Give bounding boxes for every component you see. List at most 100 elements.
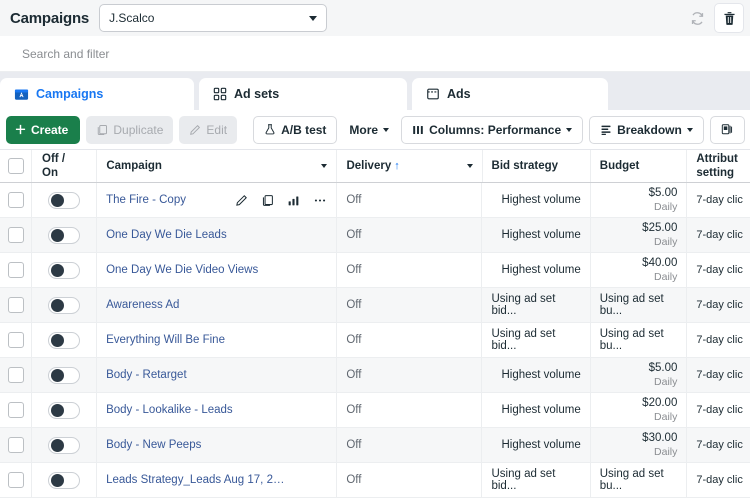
campaign-name-cell[interactable]: The Fire - Copy (97, 183, 336, 217)
row-select-cell[interactable] (0, 218, 31, 252)
row-checkbox[interactable] (7, 402, 24, 418)
off-on-toggle[interactable] (48, 366, 81, 384)
row-checkbox[interactable] (7, 227, 24, 243)
search-and-filter-bar[interactable]: Search and filter (0, 36, 750, 72)
table-row[interactable]: The Fire - Copy Off Highest volume $5.00 Dai… (0, 183, 750, 218)
campaign-name-cell[interactable]: Body - New Peeps (97, 428, 336, 462)
edit-button[interactable]: Edit (179, 115, 238, 144)
row-toggle-cell[interactable] (31, 323, 98, 357)
table-header-row: Off / On Campaign Delivery ↑ Bid strateg… (0, 150, 750, 183)
row-checkbox[interactable] (7, 262, 24, 278)
insights-chart-icon[interactable] (287, 194, 300, 207)
create-button[interactable]: Create (6, 115, 81, 144)
campaign-name-cell[interactable]: One Day We Die Leads (97, 218, 336, 252)
breakdown-button[interactable]: Breakdown (589, 115, 704, 144)
row-select-cell[interactable] (0, 288, 31, 322)
table-row[interactable]: Everything Will Be Fine Off Using ad set b… (0, 323, 750, 358)
table-row[interactable]: Awareness Ad Off Using ad set bid... Using … (0, 288, 750, 323)
table-row[interactable]: Body - New Peeps Off Highest volume $30.00 D… (0, 428, 750, 463)
row-checkbox[interactable] (7, 437, 24, 453)
row-toggle-cell[interactable] (31, 358, 98, 392)
tab-campaigns[interactable]: Campaigns (0, 78, 194, 110)
campaign-name-cell[interactable]: Leads Strategy_Leads Aug 17, 2021_New Cu… (97, 463, 336, 497)
campaign-name-link[interactable]: Awareness Ad (106, 299, 179, 311)
row-toggle-cell[interactable] (31, 428, 98, 462)
duplicate-button[interactable]: Duplicate (86, 115, 174, 144)
delivery-status: Off (346, 474, 362, 486)
off-on-toggle[interactable] (48, 191, 81, 209)
off-on-toggle[interactable] (48, 226, 81, 244)
delete-button[interactable] (714, 3, 744, 33)
row-select-cell[interactable] (0, 463, 31, 497)
select-all-header[interactable] (0, 150, 31, 182)
row-checkbox[interactable] (7, 332, 24, 348)
off-on-label-line2: On (42, 167, 59, 179)
reports-button[interactable] (709, 115, 745, 144)
toggle-knob (50, 298, 64, 312)
chevron-down-icon (383, 127, 390, 132)
column-header-bid-strategy[interactable]: Bid strategy (483, 150, 590, 182)
duplicate-icon[interactable] (261, 194, 274, 207)
row-select-cell[interactable] (0, 358, 31, 392)
attribution-value: 7-day clic (696, 264, 743, 276)
row-checkbox[interactable] (7, 192, 24, 208)
off-on-toggle[interactable] (48, 436, 81, 454)
chevron-down-icon[interactable] (321, 164, 328, 168)
edit-pencil-icon[interactable] (235, 194, 248, 207)
account-select[interactable]: J.Scalco (99, 4, 328, 32)
off-on-toggle[interactable] (48, 331, 81, 349)
budget-cell: $20.00 Daily (589, 393, 688, 427)
select-all-checkbox[interactable] (7, 158, 24, 174)
refresh-button[interactable] (682, 3, 712, 33)
row-select-cell[interactable] (0, 183, 31, 217)
row-checkbox[interactable] (7, 297, 24, 313)
off-on-toggle[interactable] (48, 471, 81, 489)
campaign-name-link[interactable]: Everything Will Be Fine (106, 334, 225, 346)
delivery-cell: Off (336, 253, 483, 287)
campaign-name-link[interactable]: Body - Retarget (106, 369, 187, 381)
off-on-toggle[interactable] (48, 261, 81, 279)
column-header-attribution-setting[interactable]: Attribut setting (687, 150, 750, 182)
campaign-name-cell[interactable]: Body - Retarget (97, 358, 336, 392)
row-select-cell[interactable] (0, 393, 31, 427)
off-on-toggle[interactable] (48, 296, 81, 314)
row-select-cell[interactable] (0, 428, 31, 462)
campaign-name-cell[interactable]: Body - Lookalike - Leads (97, 393, 336, 427)
campaign-name-link[interactable]: Body - Lookalike - Leads (106, 404, 233, 416)
table-row[interactable]: Body - Lookalike - Leads Off Highest volum… (0, 393, 750, 428)
row-toggle-cell[interactable] (31, 253, 98, 287)
row-toggle-cell[interactable] (31, 183, 98, 217)
column-header-budget[interactable]: Budget (589, 150, 688, 182)
column-header-campaign[interactable]: Campaign (97, 150, 336, 182)
row-select-cell[interactable] (0, 253, 31, 287)
more-dots-icon[interactable] (313, 194, 327, 207)
row-checkbox[interactable] (7, 367, 24, 383)
campaign-name-link[interactable]: The Fire - Copy (106, 194, 186, 206)
ab-test-button[interactable]: A/B test (253, 115, 338, 144)
campaign-name-link[interactable]: One Day We Die Leads (106, 229, 227, 241)
row-select-cell[interactable] (0, 323, 31, 357)
column-header-delivery[interactable]: Delivery ↑ (336, 150, 483, 182)
table-row[interactable]: Leads Strategy_Leads Aug 17, 2021_New Cu… (0, 463, 750, 498)
table-row[interactable]: One Day We Die Video Views Off Highest vol… (0, 253, 750, 288)
row-toggle-cell[interactable] (31, 463, 98, 497)
tab-ads[interactable]: Ads (412, 78, 608, 110)
table-row[interactable]: Body - Retarget Off Highest volume $5.00 Dai… (0, 358, 750, 393)
budget-cell: $5.00 Daily (589, 183, 688, 217)
campaign-name-cell[interactable]: Everything Will Be Fine (97, 323, 336, 357)
chevron-down-icon[interactable] (466, 164, 473, 168)
campaign-name-link[interactable]: Leads Strategy_Leads Aug 17, 2021_New Cu… (106, 474, 286, 486)
row-toggle-cell[interactable] (31, 288, 98, 322)
columns-button[interactable]: Columns: Performance (401, 115, 584, 144)
row-toggle-cell[interactable] (31, 218, 98, 252)
campaign-name-cell[interactable]: One Day We Die Video Views (97, 253, 336, 287)
more-button[interactable]: More (343, 116, 395, 144)
off-on-toggle[interactable] (48, 401, 81, 419)
row-toggle-cell[interactable] (31, 393, 98, 427)
campaign-name-cell[interactable]: Awareness Ad (97, 288, 336, 322)
tab-ad-sets[interactable]: Ad sets (199, 78, 407, 110)
row-checkbox[interactable] (7, 472, 24, 488)
campaign-name-link[interactable]: One Day We Die Video Views (106, 264, 258, 276)
table-row[interactable]: One Day We Die Leads Off Highest volume $25… (0, 218, 750, 253)
campaign-name-link[interactable]: Body - New Peeps (106, 439, 201, 451)
